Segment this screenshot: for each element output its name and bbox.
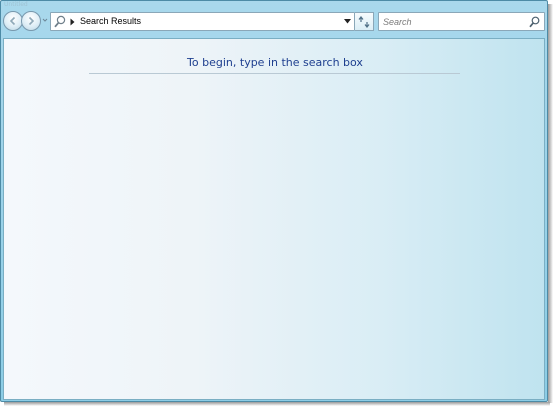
search-box[interactable] [378, 12, 545, 31]
search-icon [54, 15, 66, 28]
search-results-pane: To begin, type in the search box [3, 38, 545, 400]
search-icon[interactable] [529, 16, 540, 28]
address-path[interactable]: Search Results [80, 15, 141, 28]
search-input[interactable] [383, 14, 523, 29]
back-arrow-icon [9, 16, 16, 26]
explorer-window: Untitled Search Results Search To begin,… [0, 0, 548, 402]
forward-arrow-icon [28, 16, 35, 26]
recent-pages-chevron-icon[interactable] [42, 17, 48, 23]
window-shadow-bottom [4, 402, 550, 406]
navigation-toolbar: Search Results [1, 1, 547, 39]
window-shadow-right [548, 4, 553, 403]
search-hint-message: To begin, type in the search box [187, 56, 363, 69]
address-bar[interactable]: Search Results [50, 12, 355, 31]
breadcrumb-arrow-icon[interactable] [70, 18, 75, 26]
back-button[interactable] [3, 11, 23, 31]
message-divider [89, 73, 460, 74]
refresh-button[interactable] [355, 12, 374, 31]
refresh-icon [358, 16, 370, 28]
forward-button[interactable] [21, 11, 41, 31]
chevron-down-icon[interactable] [344, 19, 351, 24]
